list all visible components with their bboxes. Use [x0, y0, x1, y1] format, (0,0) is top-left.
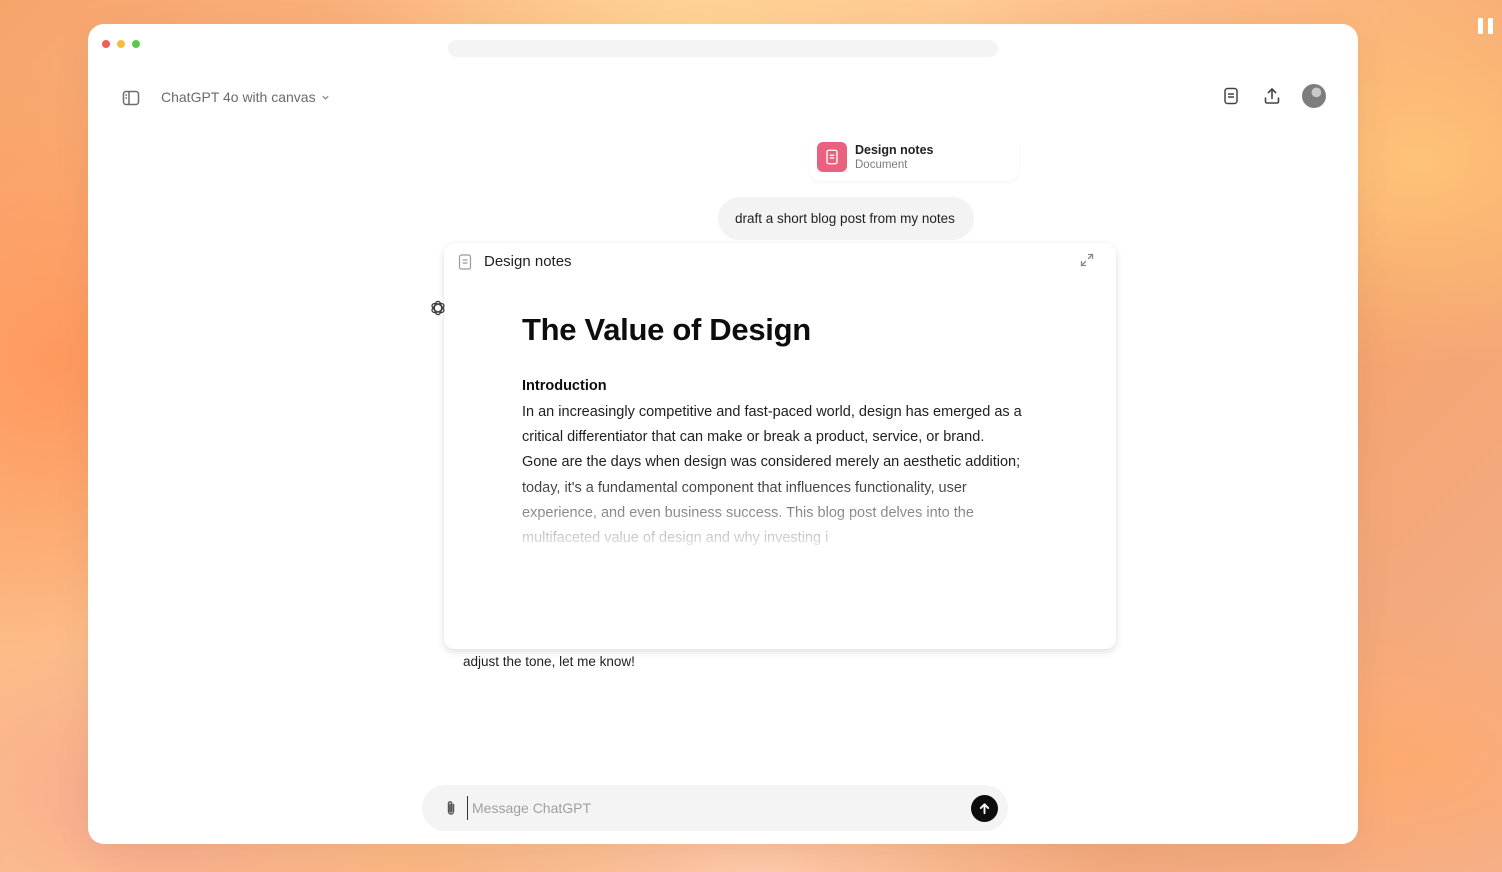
avatar[interactable] — [1302, 84, 1326, 108]
app-window: ChatGPT 4o with canvas Design notes Docu… — [88, 24, 1358, 844]
document-title: The Value of Design — [522, 312, 811, 347]
sidebar-icon[interactable] — [121, 88, 141, 108]
document-icon — [817, 142, 847, 172]
model-selector-label: ChatGPT 4o with canvas — [161, 89, 316, 105]
document-paragraph: In an increasingly competitive and fast-… — [522, 404, 1022, 547]
expand-icon[interactable] — [1080, 253, 1094, 267]
document-icon[interactable] — [1220, 86, 1241, 107]
close-window-button[interactable] — [102, 40, 110, 48]
message-input[interactable] — [467, 796, 962, 820]
document-icon — [458, 253, 472, 270]
minimize-window-button[interactable] — [117, 40, 125, 48]
canvas-header-label: Design notes — [484, 253, 572, 270]
document-section-heading: Introduction — [522, 378, 607, 394]
arrow-up-icon — [979, 803, 990, 815]
canvas-panel[interactable]: Design notes The Value of Design Introdu… — [444, 243, 1116, 649]
chevron-down-icon — [321, 95, 329, 100]
canvas-header: Design notes — [458, 253, 572, 270]
canvas-document[interactable]: The Value of Design Introduction In an i… — [522, 311, 1022, 551]
upload-icon[interactable] — [1261, 86, 1282, 107]
send-button[interactable] — [971, 795, 998, 822]
address-bar[interactable] — [448, 40, 998, 57]
model-selector[interactable]: ChatGPT 4o with canvas — [161, 89, 330, 105]
openai-logo-icon — [429, 299, 447, 317]
paperclip-icon[interactable] — [441, 798, 461, 818]
composer — [422, 785, 1008, 831]
attachment-title: Design notes — [855, 142, 934, 157]
window-controls — [102, 40, 140, 48]
assistant-message-text: adjust the tone, let me know! — [463, 654, 635, 669]
pause-icon[interactable] — [1478, 18, 1494, 36]
maximize-window-button[interactable] — [132, 40, 140, 48]
attachment-subtitle: Document — [855, 158, 908, 171]
attachment-card[interactable]: Design notes Document — [809, 133, 1019, 181]
header-actions — [1220, 84, 1326, 108]
user-message: draft a short blog post from my notes — [718, 197, 974, 240]
